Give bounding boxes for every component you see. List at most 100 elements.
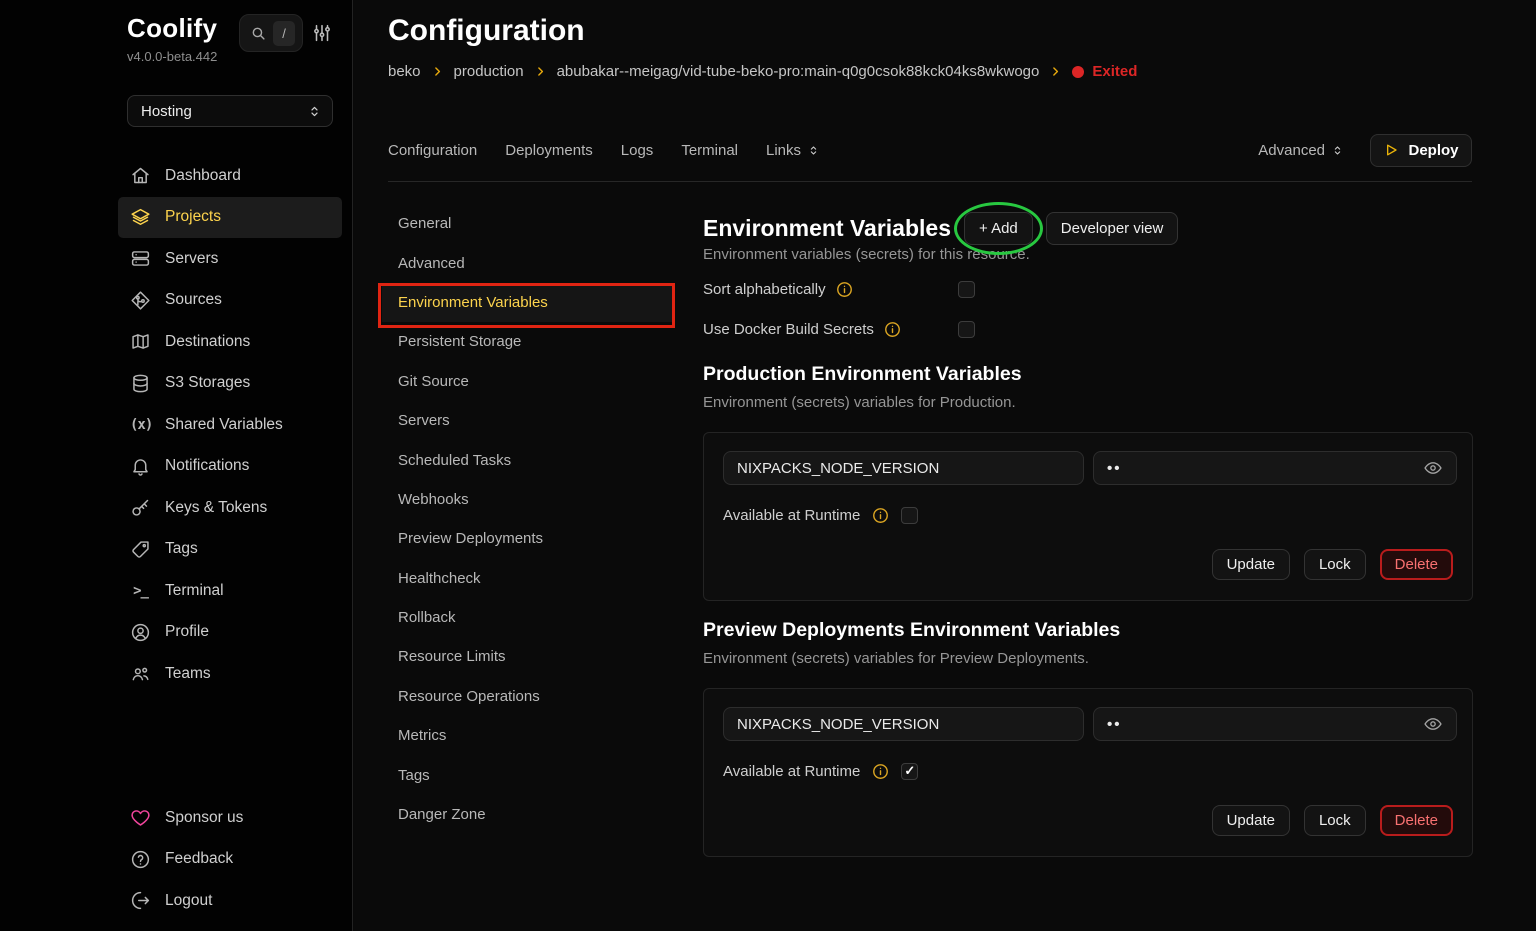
sidebar-item-tags[interactable]: Tags xyxy=(118,529,342,571)
eye-icon[interactable] xyxy=(1423,714,1443,734)
sidebar-item-sponsor-us[interactable]: Sponsor us xyxy=(118,797,342,839)
subnav-item-resource-operations[interactable]: Resource Operations xyxy=(382,677,674,716)
breadcrumb-environment[interactable]: production xyxy=(454,63,524,80)
env-var-key-input[interactable]: NIXPACKS_NODE_VERSION xyxy=(723,451,1084,485)
tab-deployments[interactable]: Deployments xyxy=(505,142,593,159)
available-at-runtime-checkbox[interactable] xyxy=(901,507,918,524)
users-icon xyxy=(130,663,151,684)
main-area: Configuration beko production abubakar--… xyxy=(354,0,1536,931)
status-label: Exited xyxy=(1092,63,1137,80)
logout-arrow-icon xyxy=(130,890,151,911)
add-env-var-button[interactable]: + Add xyxy=(964,212,1033,245)
layers-icon xyxy=(130,207,151,228)
lock-button[interactable]: Lock xyxy=(1304,549,1366,580)
subnav-item-persistent-storage[interactable]: Persistent Storage xyxy=(382,322,674,361)
production-env-title: Production Environment Variables xyxy=(703,363,1022,386)
subnav-item-metrics[interactable]: Metrics xyxy=(382,716,674,755)
tab-configuration[interactable]: Configuration xyxy=(388,142,477,159)
chevron-right-icon xyxy=(431,65,444,78)
sidebar-item-s3-storages[interactable]: S3 Storages xyxy=(118,363,342,405)
page-title: Configuration xyxy=(388,14,585,48)
sidebar-item-destinations[interactable]: Destinations xyxy=(118,321,342,363)
subnav-item-scheduled-tasks[interactable]: Scheduled Tasks xyxy=(382,440,674,479)
sidebar-item-notifications[interactable]: Notifications xyxy=(118,446,342,488)
home-icon xyxy=(130,165,151,186)
chevron-updown-icon xyxy=(1331,144,1344,157)
resource-tabs: Configuration Deployments Logs Terminal … xyxy=(388,133,1472,167)
update-button[interactable]: Update xyxy=(1212,549,1290,580)
workspace-select[interactable]: Hosting xyxy=(127,95,333,127)
env-var-key-input[interactable]: NIXPACKS_NODE_VERSION xyxy=(723,707,1084,741)
sidebar-item-projects[interactable]: Projects xyxy=(118,197,342,239)
delete-button[interactable]: Delete xyxy=(1380,549,1453,580)
sidebar-item-servers[interactable]: Servers xyxy=(118,238,342,280)
subnav-item-resource-limits[interactable]: Resource Limits xyxy=(382,637,674,676)
subnav-item-webhooks[interactable]: Webhooks xyxy=(382,480,674,519)
subnav-item-rollback[interactable]: Rollback xyxy=(382,598,674,637)
sidebar-item-logout[interactable]: Logout xyxy=(118,880,342,922)
advanced-dropdown[interactable]: Advanced xyxy=(1258,142,1344,159)
subnav-item-preview-deployments[interactable]: Preview Deployments xyxy=(382,519,674,558)
bell-icon xyxy=(130,456,151,477)
subnav-item-advanced[interactable]: Advanced xyxy=(382,243,674,282)
env-var-value-input[interactable]: •• xyxy=(1093,451,1457,485)
subnav-item-general[interactable]: General xyxy=(382,204,674,243)
tab-terminal[interactable]: Terminal xyxy=(681,142,738,159)
settings-sliders-button[interactable] xyxy=(311,22,333,44)
sidebar-item-profile[interactable]: Profile xyxy=(118,612,342,654)
chevron-right-icon xyxy=(534,65,547,78)
sidebar-item-teams[interactable]: Teams xyxy=(118,653,342,695)
sidebar-footer-nav: Sponsor us Feedback Logout xyxy=(118,797,342,922)
app-logo[interactable]: Coolify xyxy=(127,13,217,44)
search-button[interactable]: / xyxy=(239,14,303,52)
database-icon xyxy=(130,373,151,394)
available-at-runtime-row: Available at Runtime xyxy=(723,763,918,780)
tab-links-dropdown[interactable]: Links xyxy=(766,142,820,159)
sidebar-item-sources[interactable]: Sources xyxy=(118,280,342,322)
sidebar-item-keys-tokens[interactable]: Keys & Tokens xyxy=(118,487,342,529)
update-button[interactable]: Update xyxy=(1212,805,1290,836)
breadcrumb-resource[interactable]: abubakar--meigag/vid-tube-beko-pro:main-… xyxy=(557,63,1040,80)
app-version: v4.0.0-beta.442 xyxy=(127,49,217,64)
subnav-item-healthcheck[interactable]: Healthcheck xyxy=(382,559,674,598)
deploy-button[interactable]: Deploy xyxy=(1370,134,1472,167)
lock-button[interactable]: Lock xyxy=(1304,805,1366,836)
search-shortcut-badge: / xyxy=(273,21,295,46)
production-env-subtitle: Environment (secrets) variables for Prod… xyxy=(703,394,1016,411)
subnav-item-danger-zone[interactable]: Danger Zone xyxy=(382,795,674,834)
subnav-item-environment-variables[interactable]: Environment Variables xyxy=(382,283,674,322)
subnav-item-git-source[interactable]: Git Source xyxy=(382,362,674,401)
workspace-selected-value: Hosting xyxy=(141,103,192,120)
info-icon xyxy=(872,507,889,524)
sidebar-item-dashboard[interactable]: Dashboard xyxy=(118,155,342,197)
tag-icon xyxy=(130,539,151,560)
available-at-runtime-checkbox[interactable] xyxy=(901,763,918,780)
subnav-item-tags[interactable]: Tags xyxy=(382,755,674,794)
delete-button[interactable]: Delete xyxy=(1380,805,1453,836)
coolify-app: Coolify / v4.0.0-beta.442 Hosting Dashbo… xyxy=(0,0,1536,931)
sidebar-item-shared-variables[interactable]: (x) Shared Variables xyxy=(118,404,342,446)
terminal-prompt-icon: >_ xyxy=(130,583,151,599)
user-circle-icon xyxy=(130,622,151,643)
eye-icon[interactable] xyxy=(1423,458,1443,478)
play-icon xyxy=(1383,142,1399,158)
docker-build-secrets-checkbox[interactable] xyxy=(958,321,975,338)
preview-env-title: Preview Deployments Environment Variable… xyxy=(703,619,1120,642)
info-icon xyxy=(836,281,853,298)
sort-alphabetically-checkbox[interactable] xyxy=(958,281,975,298)
subnav-item-servers[interactable]: Servers xyxy=(382,401,674,440)
sliders-icon xyxy=(311,22,333,44)
heart-icon xyxy=(130,807,151,828)
status-dot-icon xyxy=(1072,66,1084,78)
sidebar-item-terminal[interactable]: >_ Terminal xyxy=(118,570,342,612)
env-vars-subtitle: Environment variables (secrets) for this… xyxy=(703,246,1030,263)
breadcrumb-project[interactable]: beko xyxy=(388,63,421,80)
available-at-runtime-row: Available at Runtime xyxy=(723,507,918,524)
developer-view-button[interactable]: Developer view xyxy=(1046,212,1179,245)
server-icon xyxy=(130,248,151,269)
tab-logs[interactable]: Logs xyxy=(621,142,654,159)
sidebar-item-feedback[interactable]: Feedback xyxy=(118,839,342,881)
tabs-divider xyxy=(388,181,1472,182)
info-icon xyxy=(884,321,901,338)
env-var-value-input[interactable]: •• xyxy=(1093,707,1457,741)
